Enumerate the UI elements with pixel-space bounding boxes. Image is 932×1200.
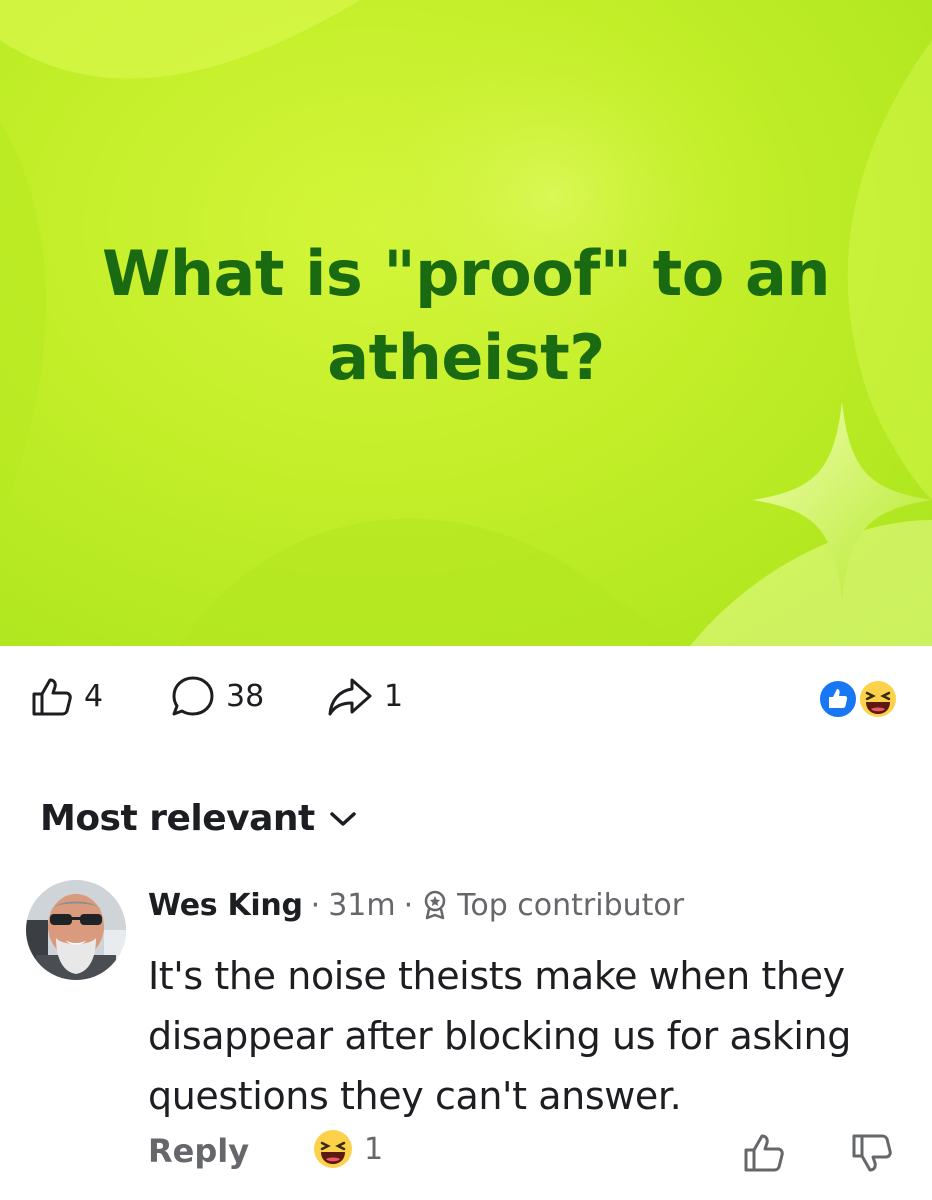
reaction-summary[interactable]	[818, 678, 900, 720]
comment-count: 38	[226, 678, 265, 714]
haha-reaction-icon	[858, 679, 898, 719]
top-contributor-badge: Top contributor	[457, 887, 685, 923]
chevron-down-icon	[330, 811, 356, 826]
like-count: 4	[84, 678, 104, 714]
share-arrow-icon	[328, 678, 372, 716]
comment-author-name[interactable]: Wes King	[148, 888, 303, 923]
like-button[interactable]: 4	[30, 674, 103, 718]
comment-button[interactable]: 38	[170, 674, 264, 718]
reply-button[interactable]: Reply	[148, 1132, 249, 1170]
comment-header: Wes King · 31m · Top contributor	[148, 880, 684, 930]
separator-dot: ·	[403, 887, 414, 923]
post-background-card: What is "proof" to an atheist?	[0, 0, 932, 646]
top-contributor-badge-icon	[424, 890, 446, 920]
post-stats-bar: 4 38 1	[0, 646, 932, 756]
like-reaction-icon	[818, 679, 858, 719]
share-count: 1	[384, 678, 404, 714]
thumbs-up-icon	[32, 678, 72, 716]
comment-actions: Reply 1	[148, 1128, 908, 1178]
avatar[interactable]	[26, 880, 126, 980]
share-button[interactable]: 1	[326, 674, 403, 718]
comment-text: It's the noise theists make when they di…	[148, 954, 851, 1118]
separator-dot: ·	[310, 887, 321, 923]
comment-reaction-count: 1	[364, 1131, 384, 1167]
comment-bubble-icon	[172, 676, 214, 716]
upvote-thumbs-up-icon[interactable]	[742, 1130, 786, 1174]
comment-timestamp[interactable]: 31m	[328, 888, 395, 923]
haha-reaction-icon	[314, 1130, 352, 1168]
comment-reactions[interactable]: 1	[312, 1128, 383, 1170]
comment-sort-dropdown[interactable]: Most relevant	[40, 798, 357, 839]
sort-label: Most relevant	[40, 798, 315, 839]
downvote-thumbs-down-icon[interactable]	[850, 1132, 894, 1176]
post-title: What is "proof" to an atheist?	[102, 237, 830, 394]
profile-photo	[26, 880, 126, 980]
